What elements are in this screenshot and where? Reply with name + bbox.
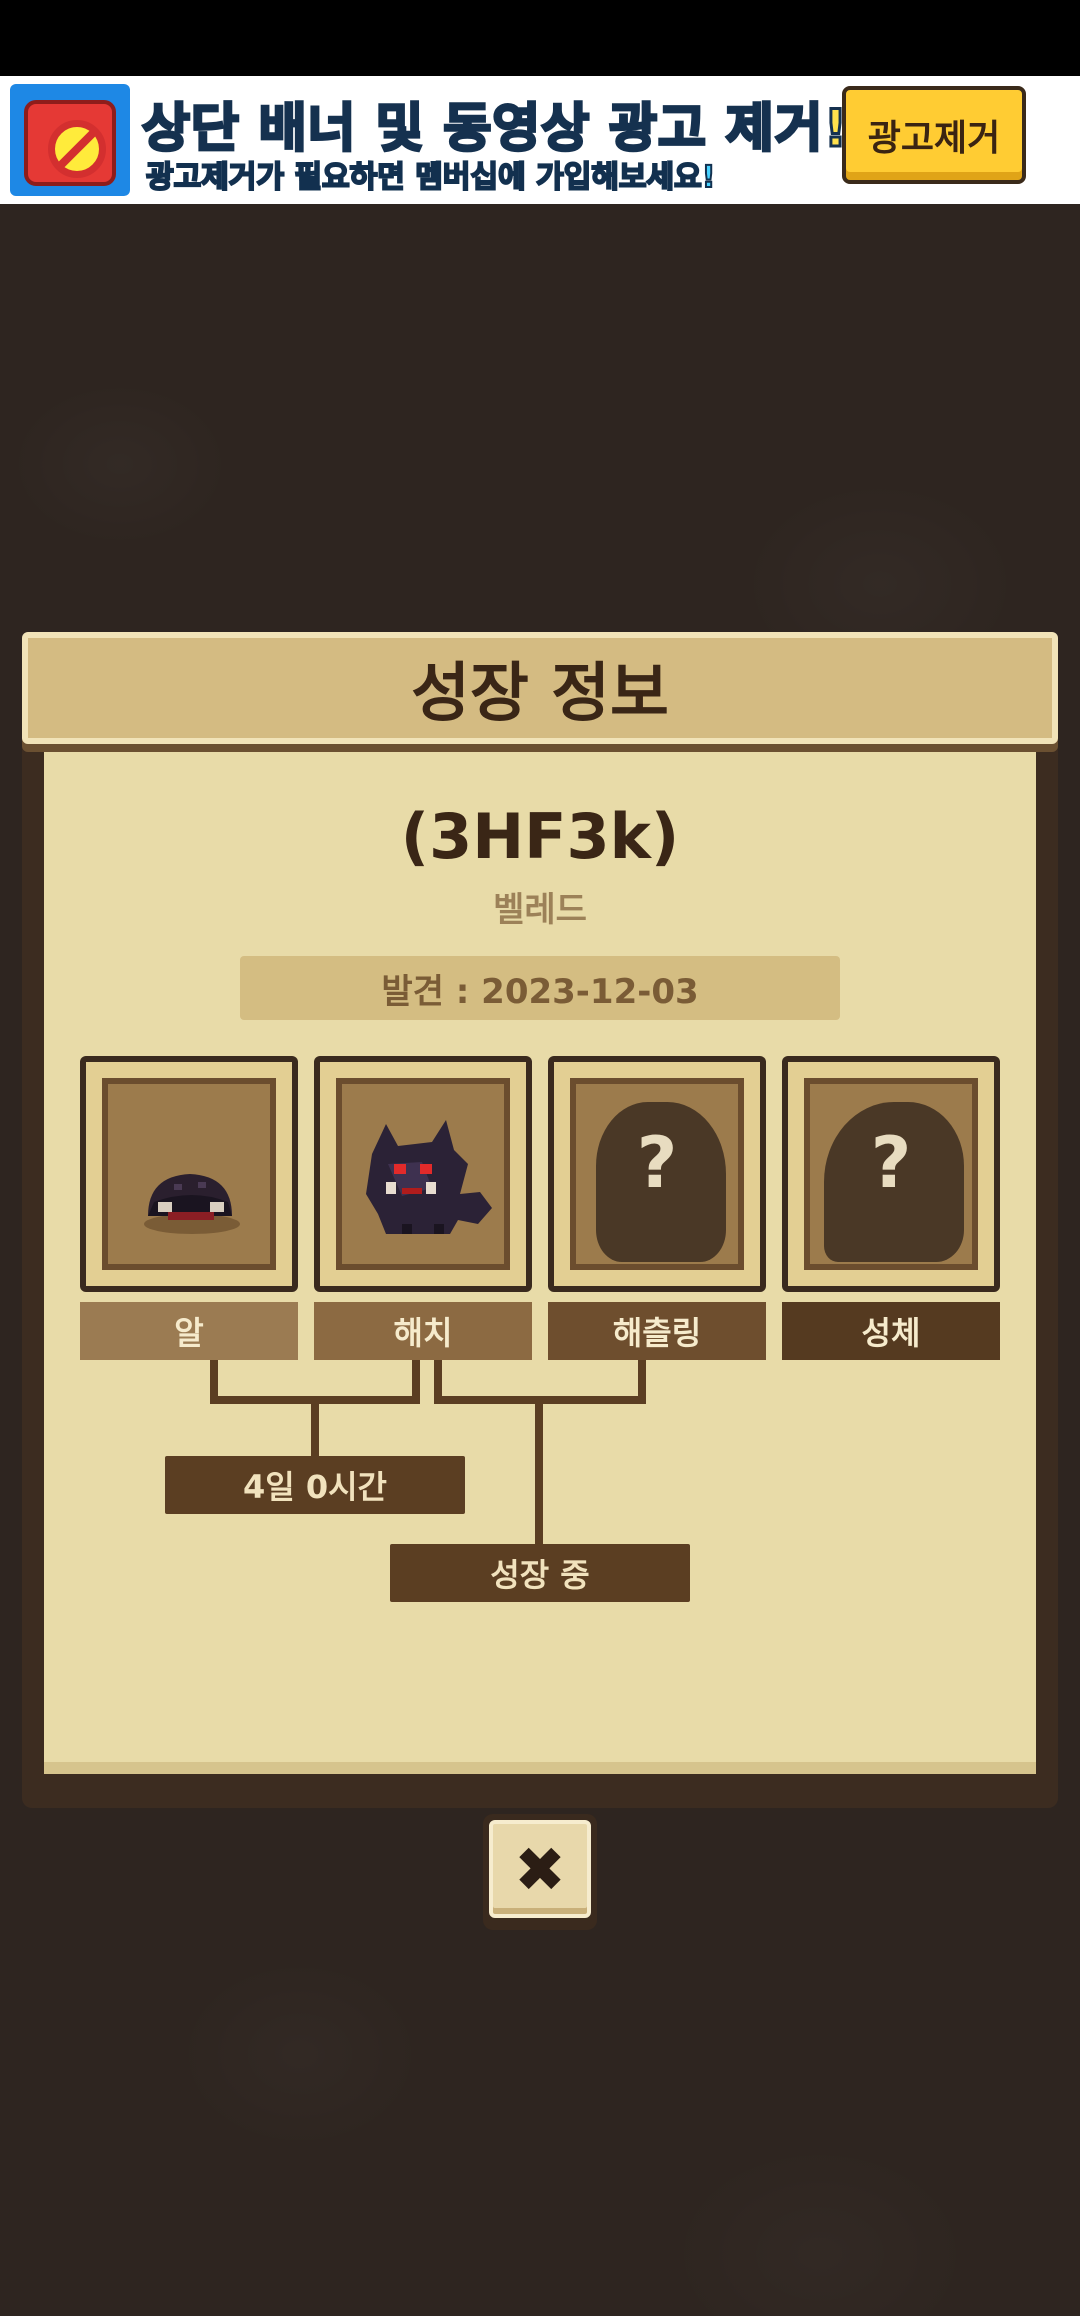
stage-card-hatchling[interactable]: ? (548, 1056, 766, 1292)
stage-card-hatch[interactable] (314, 1056, 532, 1292)
pet-name: (3HF3k) (400, 800, 680, 873)
pet-species: 벨레드 (493, 890, 587, 930)
panel-header: 성장 정보 (22, 632, 1058, 744)
stage-label-hatch: 해치 (314, 1302, 532, 1360)
stage-card-egg[interactable] (80, 1056, 298, 1292)
question-mark-icon: ? (636, 1122, 678, 1204)
ad-banner[interactable]: 상단 배너 및 동영상 광고 제거! 광고제거가 필요하면 멤버십에 가입해보세… (0, 76, 1080, 204)
ad-title: 상단 배너 및 동영상 광고 제거! (140, 98, 849, 161)
panel-title: 성장 정보 (411, 657, 669, 731)
growth-status-badge: 성장 중 (390, 1544, 690, 1602)
close-button[interactable]: ✖ (483, 1814, 597, 1930)
close-icon: ✖ (489, 1820, 591, 1918)
question-mark-icon: ? (870, 1122, 912, 1204)
connector-line (535, 1400, 543, 1546)
stage-label-adult: 성체 (782, 1302, 1000, 1360)
hatchling-dragon-sprite-icon (366, 1120, 492, 1234)
time-elapsed-badge: 4일 0시간 (165, 1456, 465, 1514)
stage-label-egg: 알 (80, 1302, 298, 1360)
stage-card-adult[interactable]: ? (782, 1056, 1000, 1292)
remove-ads-button[interactable]: 광고제거 (842, 86, 1026, 184)
connector-line (311, 1400, 319, 1458)
egg-sprite-icon (144, 1174, 240, 1234)
found-date: 발견 : 2023-12-03 (240, 956, 840, 1020)
status-bar (0, 0, 1080, 76)
ad-subtitle: 광고제거가 필요하면 멤버십에 가입해보세요! (145, 159, 716, 196)
stage-label-hatchling: 해츨링 (548, 1302, 766, 1360)
no-ads-tv-icon (10, 84, 130, 196)
